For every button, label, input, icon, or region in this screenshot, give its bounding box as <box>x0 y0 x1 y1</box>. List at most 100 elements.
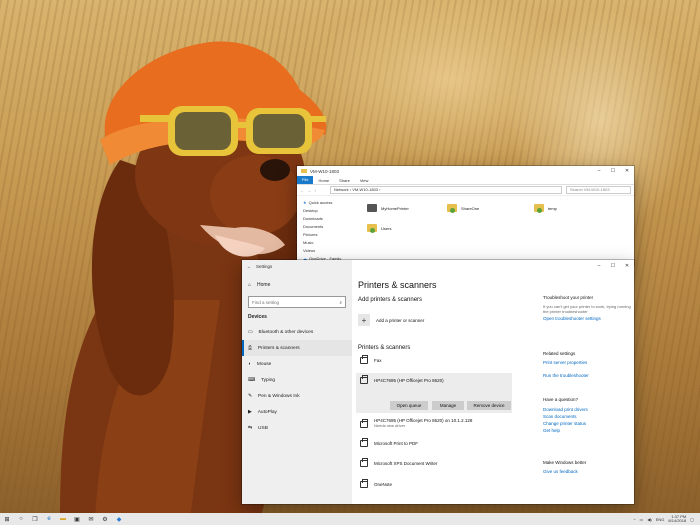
share-item-myhomeprinter[interactable]: MyHomePrinter <box>367 204 409 212</box>
file-explorer-window[interactable]: VM-W10-1803 – ☐ ✕ File Home Share View ←… <box>297 166 634 265</box>
run-troubleshooter-link[interactable]: Run the troubleshooter <box>543 373 633 378</box>
task-view-icon[interactable]: ❐ <box>28 516 42 523</box>
explorer-search-input[interactable]: Search VM-W10-1803 <box>566 186 631 194</box>
printers-list-heading: Printers & scanners <box>358 345 411 351</box>
printer-item-hp-network[interactable]: HP4C7695 (HP Officejet Pro 8620) on 10.1… <box>360 418 472 428</box>
forward-arrow-icon[interactable]: → <box>307 188 311 193</box>
network-icon[interactable]: ▭ <box>640 517 644 522</box>
address-bar[interactable]: Network › VM-W10-1803 › <box>330 186 562 194</box>
notifications-icon[interactable]: ▢ <box>690 517 694 522</box>
settings-gear-icon[interactable]: ⚙ <box>98 516 112 523</box>
nav-item-desktop[interactable]: Desktop <box>297 207 359 215</box>
printer-icon <box>360 479 368 488</box>
usb-icon: ⇆ <box>248 425 253 431</box>
printer-status-link[interactable]: Change printer status <box>543 421 633 426</box>
clock[interactable]: 1:37 PM 8/14/2018 <box>668 514 686 524</box>
edge-icon[interactable]: e <box>42 516 56 522</box>
settings-content: Printers & scanners Add printers & scann… <box>352 260 634 504</box>
back-arrow-icon[interactable]: ← <box>242 264 256 269</box>
share-item-users[interactable]: Users <box>367 224 391 233</box>
start-icon[interactable]: ⊞ <box>0 516 14 523</box>
nav-item-documents[interactable]: Documents <box>297 223 359 231</box>
app-icon[interactable]: ◆ <box>112 516 126 523</box>
nav-item-pictures[interactable]: Pictures <box>297 231 359 239</box>
nav-item-downloads[interactable]: Downloads <box>297 215 359 223</box>
get-help-link[interactable]: Get help <box>543 428 633 433</box>
back-arrow-icon[interactable]: ← <box>300 188 304 193</box>
settings-window[interactable]: ← Settings – ☐ ✕ ⌂ Home Find a setting ⌕… <box>242 260 634 504</box>
remove-device-button[interactable]: Remove device <box>467 401 511 410</box>
printer-icon <box>367 204 377 212</box>
print-server-link[interactable]: Print server properties <box>543 360 633 365</box>
settings-sidebar: ⌂ Home Find a setting ⌕ Devices ▭ Bluetoo… <box>242 260 352 504</box>
explorer-ribbon: File Home Share View <box>297 176 634 185</box>
mail-icon[interactable]: ✉ <box>84 516 98 523</box>
ribbon-tab-share[interactable]: Share <box>334 178 355 183</box>
shared-folder-icon <box>367 224 377 233</box>
sidebar-item-typing[interactable]: ⌨ Typing <box>242 372 352 388</box>
keyboard-icon: ⌨ <box>248 377 255 383</box>
sidebar-item-usb[interactable]: ⇆ USB <box>242 420 352 436</box>
nav-item-music[interactable]: Music <box>297 239 359 247</box>
settings-title: Settings <box>256 263 273 269</box>
printer-item-hp[interactable]: HP4C7695 (HP Officejet Pro 8620) <box>360 375 444 384</box>
minimize-icon[interactable]: – <box>592 168 606 174</box>
sidebar-item-autoplay[interactable]: ▶ AutoPlay <box>242 404 352 420</box>
printer-icon <box>360 375 368 384</box>
feedback-heading: Make Windows better <box>543 460 587 465</box>
add-printer-button[interactable]: + Add a printer or scanner <box>358 314 424 326</box>
printer-item-pdf[interactable]: Microsoft Print to PDF <box>360 438 418 447</box>
printer-icon <box>360 438 368 447</box>
settings-titlebar[interactable]: ← Settings – ☐ ✕ <box>242 260 634 272</box>
explorer-titlebar[interactable]: VM-W10-1803 – ☐ ✕ <box>297 166 634 176</box>
printer-item-xps[interactable]: Microsoft XPS Document Writer <box>360 458 437 467</box>
nav-item-quick-access[interactable]: ★ Quick access <box>297 199 359 207</box>
sidebar-section-devices: Devices <box>248 314 267 320</box>
maximize-icon[interactable]: ☐ <box>606 168 620 174</box>
printer-status: Needs new driver <box>374 423 406 428</box>
feedback-link[interactable]: Give us feedback <box>543 469 633 474</box>
language-indicator[interactable]: ENG <box>656 517 665 522</box>
store-icon[interactable]: ▣ <box>70 516 84 523</box>
ribbon-tab-view[interactable]: View <box>355 178 374 183</box>
printer-item-fax[interactable]: Fax <box>360 355 382 364</box>
search-icon: ⌕ <box>339 299 342 305</box>
page-title: Printers & scanners <box>358 280 437 290</box>
maximize-icon[interactable]: ☐ <box>606 263 620 269</box>
download-drivers-link[interactable]: Download print drivers <box>543 407 633 412</box>
sidebar-item-printers[interactable]: ⎙ Printers & scanners <box>242 340 352 356</box>
troubleshoot-text: If you can't get your printer to work, t… <box>543 304 631 314</box>
mouse-icon: ◖ <box>248 361 251 367</box>
volume-icon[interactable]: ◀) <box>647 517 651 522</box>
related-settings-heading: Related settings <box>543 351 576 356</box>
scan-documents-link[interactable]: Scan documents <box>543 414 633 419</box>
printer-item-onenote[interactable]: OneNote <box>360 479 392 488</box>
explorer-nav-pane: ★ Quick access Desktop Downloads Document… <box>297 196 359 265</box>
share-item-temp[interactable]: temp <box>534 204 557 213</box>
printer-icon: ⎙ <box>248 346 252 351</box>
explorer-title: VM-W10-1803 <box>310 168 340 174</box>
share-item-shareone[interactable]: ShareOne <box>447 204 479 213</box>
sidebar-home[interactable]: ⌂ Home <box>242 278 352 292</box>
up-arrow-icon[interactable]: ↑ <box>314 188 316 193</box>
question-section: Have a question? Download print drivers … <box>543 397 633 433</box>
sidebar-item-mouse[interactable]: ◖ Mouse <box>242 356 352 372</box>
troubleshoot-section: Troubleshoot your printer If you can't g… <box>543 295 633 321</box>
close-icon[interactable]: ✕ <box>620 263 634 269</box>
ribbon-tab-home[interactable]: Home <box>313 178 334 183</box>
sidebar-item-pen[interactable]: ✎ Pen & Windows Ink <box>242 388 352 404</box>
explorer-content: MyHomePrinter ShareOne temp Users <box>359 196 634 265</box>
file-explorer-icon[interactable]: ▬ <box>56 516 70 522</box>
shared-folder-icon <box>447 204 457 213</box>
manage-button[interactable]: Manage <box>432 401 464 410</box>
chevron-up-icon[interactable]: ^ <box>634 517 636 522</box>
sidebar-item-bluetooth[interactable]: ▭ Bluetooth & other devices <box>242 324 352 340</box>
close-icon[interactable]: ✕ <box>620 168 634 174</box>
minimize-icon[interactable]: – <box>592 263 606 269</box>
open-queue-button[interactable]: Open queue <box>390 401 428 410</box>
ribbon-tab-file[interactable]: File <box>297 176 314 184</box>
nav-item-videos[interactable]: Videos <box>297 247 359 255</box>
find-setting-input[interactable]: Find a setting ⌕ <box>248 296 346 308</box>
cortana-icon[interactable]: ○ <box>14 516 28 522</box>
troubleshooter-settings-link[interactable]: Open troubleshooter settings <box>543 316 633 321</box>
